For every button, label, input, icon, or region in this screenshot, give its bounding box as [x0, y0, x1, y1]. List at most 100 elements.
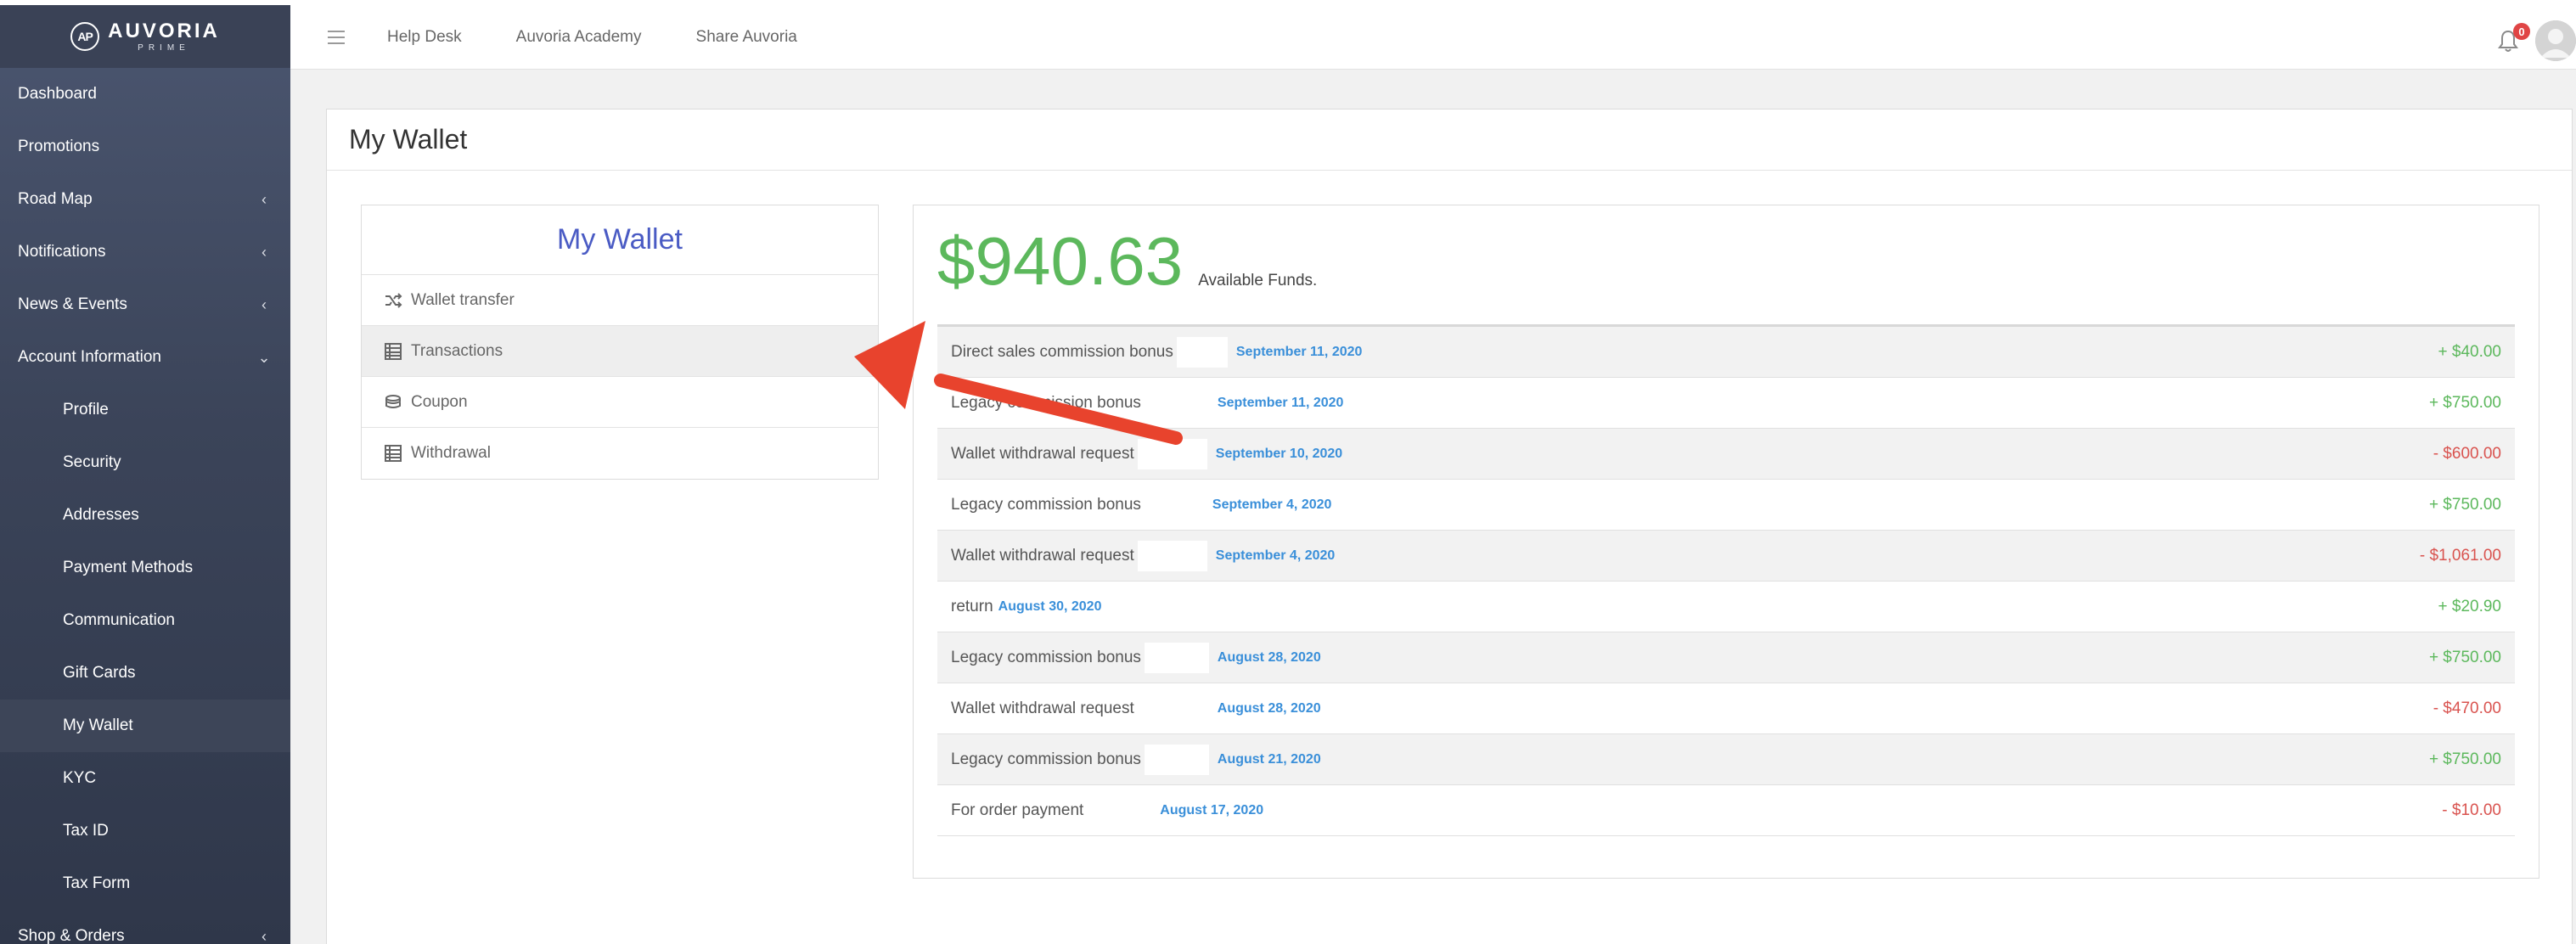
redacted-block: [1087, 795, 1152, 826]
sidebar-item-gift-cards[interactable]: Gift Cards: [0, 647, 290, 700]
redacted-block: [1144, 642, 1209, 673]
transaction-info: For order payment August 17, 2020: [951, 795, 1263, 826]
table-row: Legacy commission bonus September 11, 202…: [937, 378, 2515, 429]
wallet-menu-label: Wallet transfer: [411, 290, 515, 309]
hamburger-menu-icon[interactable]: [328, 30, 345, 44]
table-row: Wallet withdrawal request September 10, 2…: [937, 429, 2515, 480]
sidebar-item-label: News & Events: [18, 295, 127, 313]
sidebar-item-kyc[interactable]: KYC: [0, 752, 290, 805]
transaction-date: August 28, 2020: [1217, 649, 1321, 665]
transaction-description: Direct sales commission bonus: [951, 342, 1173, 361]
balance-row: $940.63 Available Funds.: [937, 228, 1317, 295]
chevron-left-icon: ‹: [262, 243, 267, 261]
sidebar-nav: Dashboard Promotions Road Map ‹ Notification…: [0, 68, 290, 944]
user-avatar[interactable]: [2535, 20, 2576, 61]
sidebar-item-label: Payment Methods: [63, 559, 194, 576]
sidebar-item-tax-id[interactable]: Tax ID: [0, 805, 290, 857]
table-row: Direct sales commission bonus September 1…: [937, 327, 2515, 378]
transaction-date: August 28, 2020: [1217, 700, 1321, 716]
sidebar-item-label: Addresses: [63, 506, 139, 524]
sidebar-item-news-events[interactable]: News & Events ‹: [0, 278, 290, 331]
sidebar-item-communication[interactable]: Communication: [0, 594, 290, 647]
sidebar-item-label: Gift Cards: [63, 664, 136, 682]
balance-amount: $940.63: [937, 223, 1184, 299]
wallet-menu-title: My Wallet: [362, 205, 878, 275]
transaction-info: Wallet withdrawal request September 10, 2…: [951, 438, 1343, 469]
chevron-down-icon: ⌄: [257, 348, 271, 366]
transaction-description: For order payment: [951, 801, 1084, 819]
wallet-menu-wallet-transfer[interactable]: Wallet transfer: [362, 275, 878, 326]
transaction-amount: + $750.00: [2428, 495, 2501, 514]
sidebar-item-label: Security: [63, 453, 121, 471]
transaction-amount: + $750.00: [2428, 648, 2501, 666]
top-link-share-auvoria[interactable]: Share Auvoria: [696, 28, 797, 47]
page-panel: My Wallet My Wallet Wallet transfer Trans…: [326, 109, 2573, 944]
table-row: For order payment August 17, 2020 - $10.00: [937, 785, 2515, 836]
wallet-menu-label: Coupon: [411, 392, 468, 411]
sidebar-item-security[interactable]: Security: [0, 436, 290, 489]
sidebar-item-payment-methods[interactable]: Payment Methods: [0, 542, 290, 594]
sidebar-item-tax-form[interactable]: Tax Form: [0, 857, 290, 910]
top-right-controls: 0: [2496, 20, 2576, 61]
wallet-menu-withdrawal[interactable]: Withdrawal: [362, 428, 878, 479]
sidebar-item-label: Notifications: [18, 243, 106, 261]
redacted-block: [1144, 744, 1209, 775]
sidebar-item-my-wallet[interactable]: My Wallet: [0, 700, 290, 752]
wallet-menu-transactions[interactable]: Transactions: [362, 326, 878, 377]
chevron-left-icon: ‹: [262, 190, 267, 208]
transaction-description: Legacy commission bonus: [951, 495, 1141, 514]
coins-icon: [384, 393, 402, 412]
sidebar-item-road-map[interactable]: Road Map ‹: [0, 173, 290, 226]
transaction-amount: + $20.90: [2438, 597, 2502, 615]
top-bar: Help Desk Auvoria Academy Share Auvoria …: [290, 0, 2576, 70]
transaction-description: Wallet withdrawal request: [951, 699, 1134, 717]
sidebar-item-label: My Wallet: [63, 716, 133, 734]
transaction-amount: - $1,061.00: [2419, 546, 2501, 565]
transaction-description: Wallet withdrawal request: [951, 444, 1134, 463]
sidebar-item-label: Tax Form: [63, 874, 131, 892]
transaction-amount: - $470.00: [2433, 699, 2501, 717]
transaction-info: Legacy commission bonus August 21, 2020: [951, 744, 1321, 775]
transaction-date: September 10, 2020: [1215, 446, 1343, 461]
sidebar-item-promotions[interactable]: Promotions: [0, 121, 290, 173]
sidebar-item-label: Tax ID: [63, 822, 109, 840]
top-link-auvoria-academy[interactable]: Auvoria Academy: [516, 28, 642, 47]
page-title: My Wallet: [327, 110, 2572, 171]
table-row: Legacy commission bonus September 4, 2020…: [937, 480, 2515, 531]
sidebar-item-label: Communication: [63, 611, 175, 629]
wallet-transactions-card: $940.63 Available Funds. Direct sales co…: [913, 205, 2539, 879]
wallet-menu-list: Wallet transfer Transactions Coupon Withdra…: [362, 275, 878, 479]
sidebar-item-label: Road Map: [18, 190, 93, 208]
top-link-help-desk[interactable]: Help Desk: [387, 28, 462, 47]
sidebar-item-shop-orders[interactable]: Shop & Orders ‹: [0, 910, 290, 944]
transaction-info: Legacy commission bonus September 11, 202…: [951, 387, 1343, 419]
table-row: Wallet withdrawal request September 4, 20…: [937, 531, 2515, 582]
transaction-description: return: [951, 597, 993, 615]
notification-bell-icon[interactable]: 0: [2496, 23, 2530, 53]
transaction-info: Wallet withdrawal request September 4, 20…: [951, 540, 1335, 571]
sidebar-item-notifications[interactable]: Notifications ‹: [0, 226, 290, 278]
sidebar-item-dashboard[interactable]: Dashboard: [0, 68, 290, 121]
sidebar-item-label: Profile: [63, 401, 109, 419]
transaction-amount: - $10.00: [2442, 801, 2501, 819]
transaction-amount: - $600.00: [2433, 444, 2501, 463]
transaction-date: September 4, 2020: [1212, 497, 1332, 512]
wallet-menu-coupon[interactable]: Coupon: [362, 377, 878, 428]
brand-tagline: PRIME: [138, 42, 190, 53]
sidebar-item-account-information[interactable]: Account Information ⌄: [0, 331, 290, 384]
sidebar-item-addresses[interactable]: Addresses: [0, 489, 290, 542]
list-icon: [384, 444, 402, 463]
transactions-table: Direct sales commission bonus September 1…: [937, 324, 2515, 836]
transaction-date: August 17, 2020: [1160, 802, 1264, 818]
redacted-block: [1144, 489, 1204, 520]
redacted-block: [1144, 387, 1209, 419]
transaction-description: Wallet withdrawal request: [951, 546, 1134, 565]
sidebar-item-profile[interactable]: Profile: [0, 384, 290, 436]
redacted-block: [1137, 438, 1207, 469]
chevron-left-icon: ‹: [262, 295, 267, 313]
transaction-info: Legacy commission bonus August 28, 2020: [951, 642, 1321, 673]
logo-mark-icon: AP: [70, 22, 100, 51]
app-root: AP AUVORIA PRIME Dashboard Promotions Road…: [0, 0, 2576, 944]
brand-logo[interactable]: AP AUVORIA PRIME: [0, 5, 290, 68]
table-row: Legacy commission bonus August 21, 2020 + …: [937, 734, 2515, 785]
